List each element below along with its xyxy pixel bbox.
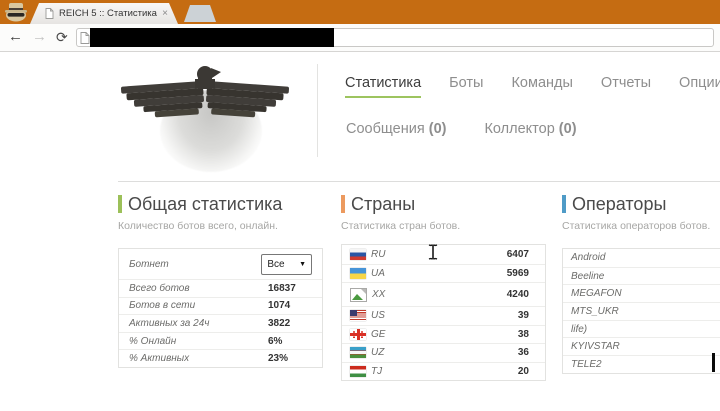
flag-ua-icon: [350, 268, 366, 279]
countries-title: Страны: [341, 193, 460, 215]
header-divider: [317, 64, 318, 157]
country-row: GE 38: [342, 325, 545, 344]
operators-table: Android Beeline MEGAFON MTS_UKR life) KY…: [562, 248, 720, 374]
collector-count: (0): [559, 121, 577, 137]
content-divider: [118, 181, 720, 182]
section-operators-header: Операторы Статистика операторов ботов.: [562, 193, 710, 232]
country-row: UA 5969: [342, 264, 545, 283]
browser-window: REICH 5 :: Статистика × ← → ⟳: [0, 0, 720, 411]
botnet-label: Ботнет: [129, 259, 261, 270]
stat-row-pct-online: % Онлайн 6%: [119, 332, 322, 350]
countries-accent-bar: [341, 195, 345, 213]
countries-table: RU 6407 UA 5969 XX 4240 US 39 GE 38: [341, 244, 546, 381]
flag-uz-icon: [350, 347, 366, 358]
address-bar[interactable]: [76, 28, 714, 47]
general-stats-table: Ботнет Все ▼ Всего ботов 16837 Ботов в с…: [118, 248, 323, 368]
forward-icon: →: [32, 27, 47, 47]
stat-row-total: Всего ботов 16837: [119, 279, 322, 297]
broken-image-icon: [350, 288, 367, 302]
operators-title: Операторы: [562, 193, 710, 215]
section-general-header: Общая статистика Количество ботов всего,…: [118, 193, 282, 232]
browser-toolbar: ← → ⟳: [0, 24, 720, 52]
country-row: US 39: [342, 306, 545, 325]
general-accent-bar: [118, 195, 122, 213]
url-redaction: [90, 28, 334, 47]
back-icon[interactable]: ←: [8, 27, 23, 47]
nav-statistics[interactable]: Статистика: [345, 75, 421, 98]
stat-row-pct-active: % Активных 23%: [119, 349, 322, 367]
stat-row-active24: Активных за 24ч 3822: [119, 314, 322, 332]
text-caret: [712, 353, 715, 372]
reload-icon[interactable]: ⟳: [56, 27, 68, 47]
eagle-logo: [115, 60, 295, 176]
nav-reports[interactable]: Отчеты: [601, 75, 651, 98]
flag-ge-icon: [350, 329, 366, 340]
browser-tab[interactable]: REICH 5 :: Статистика ×: [30, 3, 178, 24]
operator-row: MEGAFON: [563, 284, 720, 302]
nav-commands[interactable]: Команды: [511, 75, 572, 98]
stat-row-online: Ботов в сети 1074: [119, 297, 322, 315]
operator-row: Beeline: [563, 267, 720, 285]
text-cursor-icon: [428, 244, 438, 265]
general-title: Общая статистика: [118, 193, 282, 215]
country-row: XX 4240: [342, 282, 545, 306]
tab-close-icon[interactable]: ×: [162, 9, 168, 19]
operator-row: TELE2: [563, 355, 720, 373]
flag-ru-icon: [350, 249, 366, 260]
main-nav: Статистика Боты Команды Отчеты Опции: [345, 75, 720, 98]
country-row: TJ 20: [342, 362, 545, 381]
tab-favicon-icon: [45, 8, 54, 19]
section-countries-header: Страны Статистика стран ботов.: [341, 193, 460, 232]
new-tab-button[interactable]: [184, 5, 216, 22]
general-subtitle: Количество ботов всего, онлайн.: [118, 215, 282, 232]
operator-row: KYIVSTAR: [563, 337, 720, 355]
operator-row: life): [563, 320, 720, 338]
botnet-row: Ботнет Все ▼: [119, 249, 322, 279]
messages-count: (0): [429, 121, 447, 137]
flag-us-icon: [350, 310, 366, 321]
browser-titlebar: REICH 5 :: Статистика ×: [0, 0, 720, 24]
nav-messages[interactable]: Сообщения (0): [346, 121, 446, 142]
nav-collector[interactable]: Коллектор (0): [484, 121, 576, 142]
flag-tj-icon: [350, 366, 366, 377]
secondary-nav: Сообщения (0) Коллектор (0): [346, 121, 577, 142]
countries-subtitle: Статистика стран ботов.: [341, 215, 460, 232]
nav-options[interactable]: Опции: [679, 75, 720, 98]
operators-subtitle: Статистика операторов ботов.: [562, 215, 710, 232]
eagle-wings-icon: [115, 60, 295, 122]
tab-title: REICH 5 :: Статистика: [59, 8, 158, 19]
chevron-down-icon: ▼: [299, 261, 306, 268]
operator-row: MTS_UKR: [563, 302, 720, 320]
country-row: RU 6407: [342, 245, 545, 264]
page-icon: [80, 31, 90, 49]
operator-row: Android: [563, 249, 720, 267]
nav-bots[interactable]: Боты: [449, 75, 483, 98]
page-content: Статистика Боты Команды Отчеты Опции Соо…: [0, 52, 720, 411]
country-row: UZ 36: [342, 343, 545, 362]
operators-accent-bar: [562, 195, 566, 213]
botnet-select[interactable]: Все ▼: [261, 254, 312, 275]
